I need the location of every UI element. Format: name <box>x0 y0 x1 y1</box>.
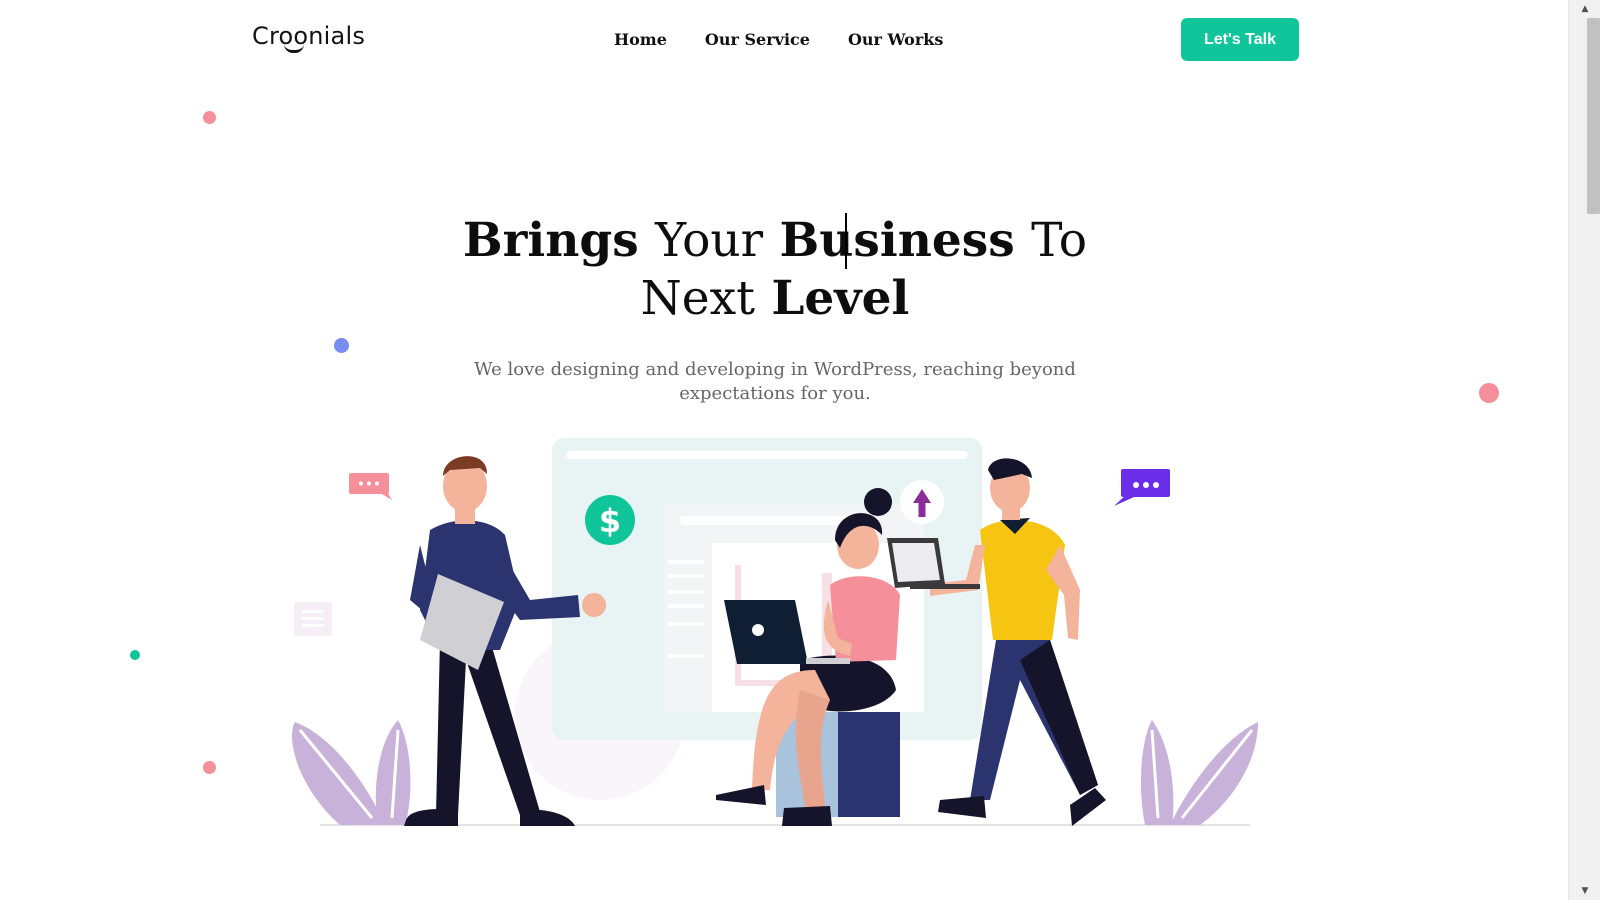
decor-dot-pink <box>1479 383 1499 403</box>
title-word: Brings <box>462 213 639 268</box>
dollar-symbol: $ <box>599 502 621 540</box>
vertical-scrollbar[interactable]: ▲ ▼ <box>1568 0 1600 900</box>
decor-dot-blue <box>334 338 349 353</box>
hero-subtitle: We love designing and developing in Word… <box>474 359 1076 404</box>
chat-bubble-icon <box>349 473 392 500</box>
main-nav: Home Our Service Our Works <box>614 30 981 49</box>
title-word: Business <box>779 213 1015 268</box>
title-word: To <box>1031 213 1088 268</box>
nav-our-works[interactable]: Our Works <box>848 30 943 49</box>
scrollbar-thumb[interactable] <box>1587 18 1600 214</box>
decor-dot-pink <box>203 111 216 124</box>
upload-arrow-icon <box>900 480 944 524</box>
logo[interactable]: Croonials <box>252 22 365 50</box>
dollar-coin-icon: $ <box>585 495 635 545</box>
title-word: Your <box>655 213 764 268</box>
leaf-plant-icon <box>1140 720 1258 825</box>
decor-dot-green <box>130 650 140 660</box>
hero-title: Brings Your Business To Next Level <box>380 212 1170 328</box>
hero-illustration: $ <box>292 438 1258 826</box>
leaf-plant-icon <box>292 720 411 825</box>
document-icon <box>294 602 332 636</box>
decor-dot-pink <box>203 761 216 774</box>
chat-bubble-icon <box>1114 469 1170 506</box>
title-word: Next <box>640 271 755 326</box>
page: Croonials Home Our Service Our Works Let… <box>0 0 1568 900</box>
scroll-down-arrow-icon[interactable]: ▼ <box>1569 882 1600 900</box>
title-word: Level <box>771 271 910 326</box>
text-cursor <box>845 213 847 269</box>
logo-smile-mark <box>284 44 304 53</box>
nav-home[interactable]: Home <box>614 30 667 49</box>
lets-talk-button[interactable]: Let's Talk <box>1181 18 1299 61</box>
nav-our-service[interactable]: Our Service <box>705 30 810 49</box>
scroll-up-arrow-icon[interactable]: ▲ <box>1569 0 1600 18</box>
